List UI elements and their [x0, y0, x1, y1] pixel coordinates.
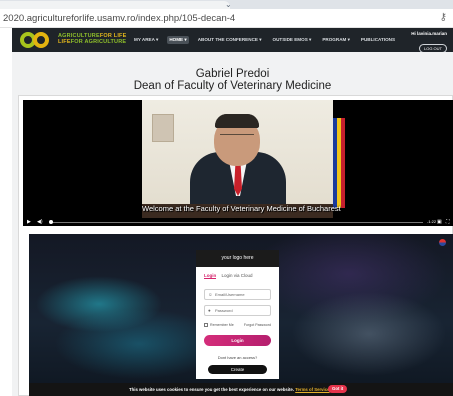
remember-label[interactable]: Remember Me: [210, 323, 234, 327]
cookie-accept-button[interactable]: Got it: [328, 385, 348, 393]
video-controls: ▶ ◀) -1:22 ▣ ⛶: [23, 218, 453, 226]
cookie-banner: This website uses cookies to ensure you …: [29, 383, 453, 396]
video-frame: [142, 100, 333, 218]
video-progress-track[interactable]: [51, 221, 423, 223]
remember-checkbox[interactable]: [204, 323, 208, 328]
language-flag-icon[interactable]: [439, 239, 446, 246]
login-button[interactable]: Login: [204, 335, 271, 346]
create-button[interactable]: Create: [208, 365, 267, 374]
password-placeholder: Password: [215, 308, 233, 313]
video-player[interactable]: Welcome at the Faculty of Veterinary Med…: [23, 100, 453, 226]
email-placeholder: Email/Username: [215, 292, 245, 297]
logo-line2-b: FOR AGRICULTURE: [70, 39, 127, 45]
tab-login[interactable]: Login: [204, 273, 217, 279]
nav-item-home[interactable]: HOME ▾: [167, 36, 189, 44]
logo-line2-a: LIFE: [58, 39, 71, 45]
site-logo[interactable]: [20, 31, 56, 49]
nav-menu: MY AREA ▾ HOME ▾ ABOUT THE CONFERENCE ▾ …: [132, 36, 404, 44]
key-icon[interactable]: ⚷: [440, 12, 447, 24]
nav-item-program[interactable]: PROGRAM ▾: [320, 36, 352, 44]
speaker-hair-top: [215, 114, 259, 128]
no-account-text: Dont have an access?: [217, 355, 258, 360]
login-panel: your logo here Login Login via Cloud ☺ E…: [196, 250, 279, 379]
terms-link[interactable]: Terms of Service: [295, 387, 329, 392]
user-icon: ☺: [208, 292, 213, 297]
cookie-text: This website uses cookies to ensure you …: [129, 387, 295, 392]
forgot-password-link[interactable]: Forgot Password: [244, 322, 271, 328]
address-bar[interactable]: 2020.agricultureforlife.usamv.ro/index.p…: [0, 9, 453, 28]
video-progress-handle[interactable]: [49, 220, 53, 224]
site-navbar: AGRICULTUREFOR LIFE LIFEFOR AGRICULTURE …: [12, 28, 453, 53]
romanian-flag: [333, 118, 345, 208]
video-subtitle: Welcome at the Faculty of Veterinary Med…: [142, 204, 341, 213]
password-field[interactable]: ● Password: [204, 305, 271, 316]
email-field[interactable]: ☺ Email/Username: [204, 289, 271, 300]
wall-picture: [152, 114, 174, 142]
volume-icon[interactable]: ◀): [37, 219, 43, 225]
login-tabs: Login Login via Cloud: [204, 273, 253, 279]
login-logo-header: your logo here: [196, 250, 279, 267]
speaker-glasses: [220, 134, 254, 140]
cookie-message: This website uses cookies to ensure you …: [129, 386, 330, 393]
captions-icon[interactable]: ▣: [437, 219, 442, 225]
nav-item-outside-emos[interactable]: OUTSIDE EMOS ▾: [271, 36, 314, 44]
lock-icon: ●: [208, 308, 211, 313]
tab-login-cloud[interactable]: Login via Cloud: [222, 273, 253, 278]
play-icon[interactable]: ▶: [27, 219, 31, 225]
browser-tab-strip: ⌄: [0, 0, 453, 9]
nav-item-about-conference[interactable]: ABOUT THE CONFERENCE ▾: [196, 36, 264, 44]
remember-row: Remember Me Forgot Password: [204, 322, 271, 328]
nav-item-publications[interactable]: PUBLICATIONS: [359, 36, 397, 44]
fullscreen-icon[interactable]: ⛶: [446, 219, 450, 225]
video-time: -1:22: [427, 219, 437, 224]
logo-text[interactable]: AGRICULTUREFOR LIFE LIFEFOR AGRICULTURE: [58, 33, 126, 45]
browser-tab[interactable]: [0, 1, 230, 9]
url-text[interactable]: 2020.agricultureforlife.usamv.ro/index.p…: [3, 13, 235, 24]
logo-ring-yellow: [33, 32, 49, 48]
speaker-title: Dean of Faculty of Veterinary Medicine: [133, 80, 332, 92]
nav-item-my-area[interactable]: MY AREA ▾: [132, 36, 160, 44]
user-greeting: Hi lavinia.marian: [411, 31, 447, 36]
chevron-down-icon[interactable]: ⌄: [225, 0, 232, 9]
